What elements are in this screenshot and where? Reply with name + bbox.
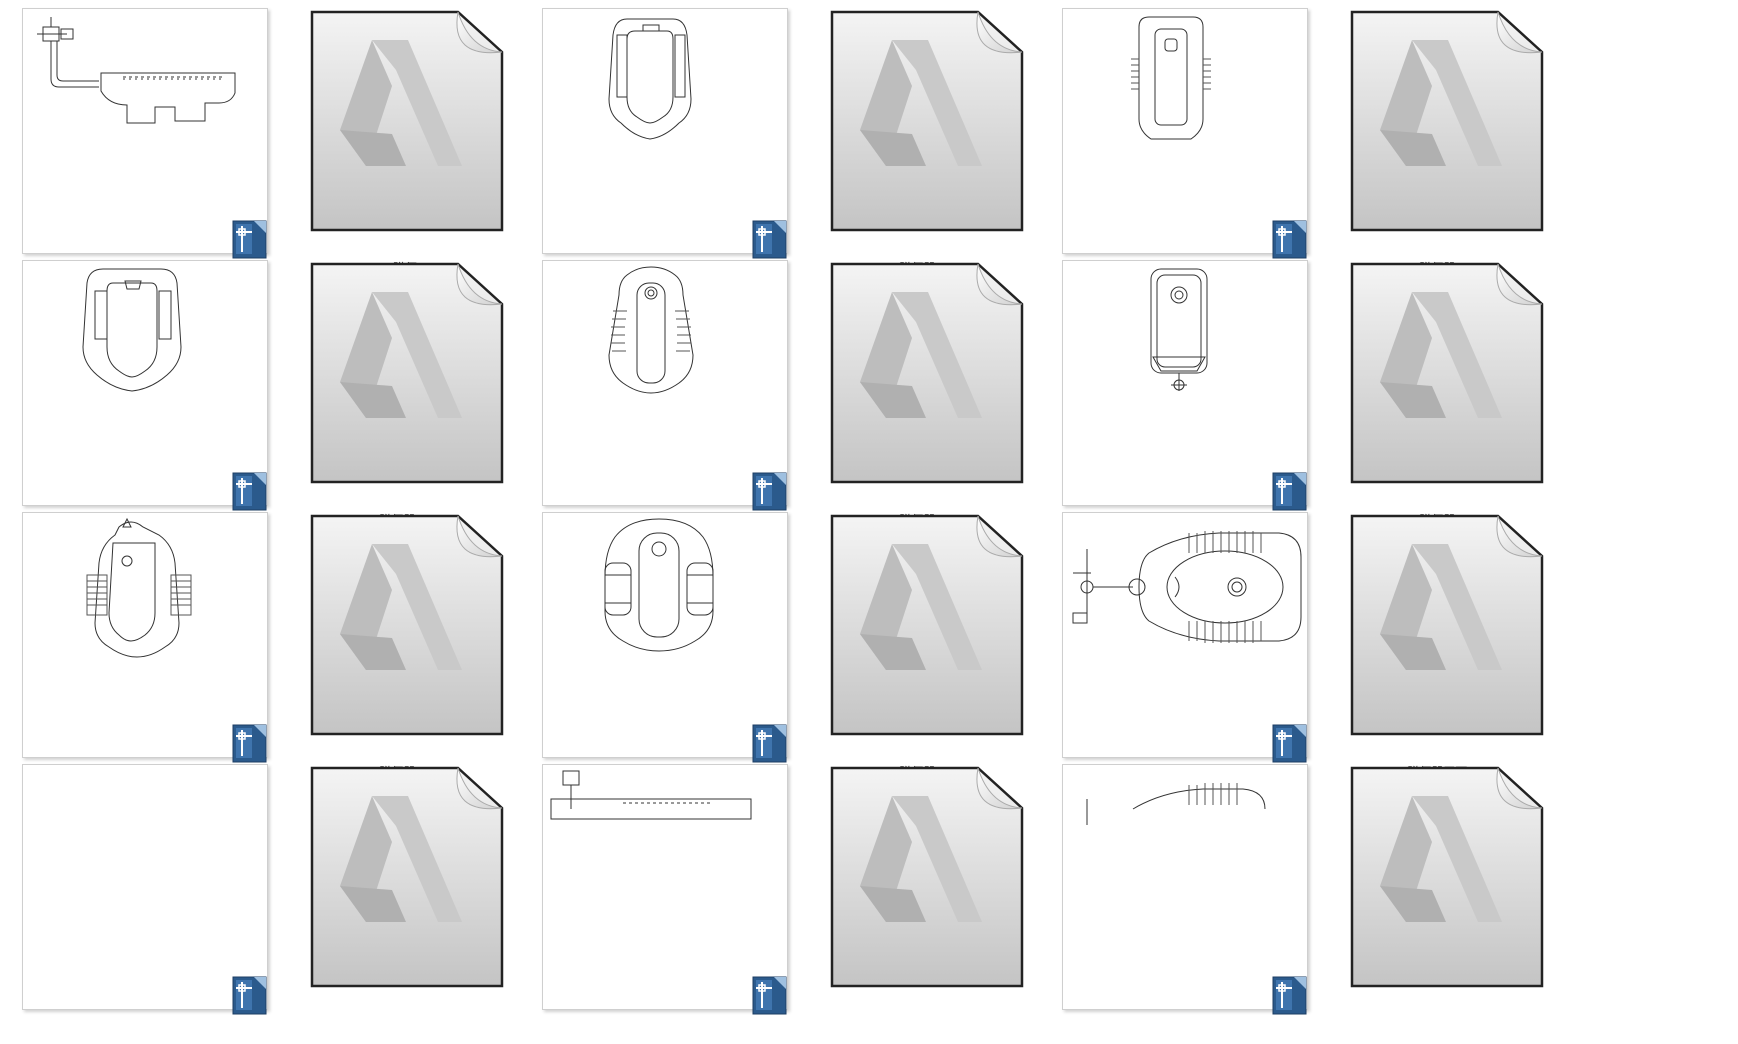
dwg-file-item[interactable] xyxy=(1062,764,1322,1044)
dwg-file-item[interactable]: 蹲便器02 xyxy=(1062,8,1322,288)
bak-file-item[interactable]: 蹲便器02 xyxy=(1322,8,1582,288)
bak-file-item[interactable]: 蹲便器平面01 xyxy=(1322,512,1582,792)
bak-file-item[interactable]: 蹲便器06 xyxy=(282,512,542,792)
dwg-file-item[interactable] xyxy=(542,764,802,1044)
autocad-dwg-badge-icon xyxy=(752,976,787,1015)
file-thumbnail-grid: 蹲便 蹲便 蹲便器01 xyxy=(0,0,1738,1015)
dwg-file-item[interactable]: 蹲便器05 xyxy=(1062,260,1322,540)
dwg-file-item[interactable] xyxy=(22,764,282,1044)
dwg-file-item[interactable]: 蹲便器06 xyxy=(22,512,282,792)
autocad-document-icon xyxy=(1350,262,1544,484)
autocad-dwg-badge-icon xyxy=(1272,724,1307,763)
autocad-document-icon xyxy=(310,262,504,484)
bak-file-item[interactable]: 蹲便器01 xyxy=(802,8,1062,288)
autocad-document-icon xyxy=(310,766,504,988)
autocad-document-icon xyxy=(830,10,1024,232)
autocad-document-icon xyxy=(830,514,1024,736)
autocad-dwg-badge-icon xyxy=(232,724,267,763)
bak-file-item[interactable]: 蹲便器05 xyxy=(1322,260,1582,540)
bak-file-item[interactable] xyxy=(802,764,1062,1044)
autocad-document-icon xyxy=(830,766,1024,988)
autocad-document-icon xyxy=(310,514,504,736)
autocad-dwg-badge-icon xyxy=(1272,220,1307,259)
autocad-dwg-badge-icon xyxy=(752,724,787,763)
autocad-document-icon xyxy=(1350,766,1544,988)
autocad-document-icon xyxy=(1350,514,1544,736)
dwg-file-item[interactable]: 蹲便 xyxy=(22,8,282,288)
autocad-dwg-badge-icon xyxy=(232,220,267,259)
bak-file-item[interactable] xyxy=(282,764,542,1044)
autocad-dwg-badge-icon xyxy=(1272,976,1307,1015)
autocad-dwg-badge-icon xyxy=(1272,472,1307,511)
autocad-dwg-badge-icon xyxy=(752,472,787,511)
autocad-document-icon xyxy=(310,10,504,232)
dwg-file-item[interactable]: 蹲便器07 xyxy=(542,512,802,792)
dwg-file-item[interactable]: 蹲便器03 xyxy=(22,260,282,540)
bak-file-item[interactable]: 蹲便器03 xyxy=(282,260,542,540)
autocad-document-icon xyxy=(830,262,1024,484)
bak-file-item[interactable]: 蹲便 xyxy=(282,8,542,288)
autocad-document-icon xyxy=(1350,10,1544,232)
bak-file-item[interactable]: 蹲便器07 xyxy=(802,512,1062,792)
bak-file-item[interactable]: 蹲便器04 xyxy=(802,260,1062,540)
autocad-dwg-badge-icon xyxy=(232,976,267,1015)
autocad-dwg-badge-icon xyxy=(232,472,267,511)
autocad-dwg-badge-icon xyxy=(752,220,787,259)
dwg-file-item[interactable]: 蹲便器平面01 xyxy=(1062,512,1322,792)
bak-file-item[interactable] xyxy=(1322,764,1582,1044)
dwg-file-item[interactable]: 蹲便器01 xyxy=(542,8,802,288)
dwg-file-item[interactable]: 蹲便器04 xyxy=(542,260,802,540)
